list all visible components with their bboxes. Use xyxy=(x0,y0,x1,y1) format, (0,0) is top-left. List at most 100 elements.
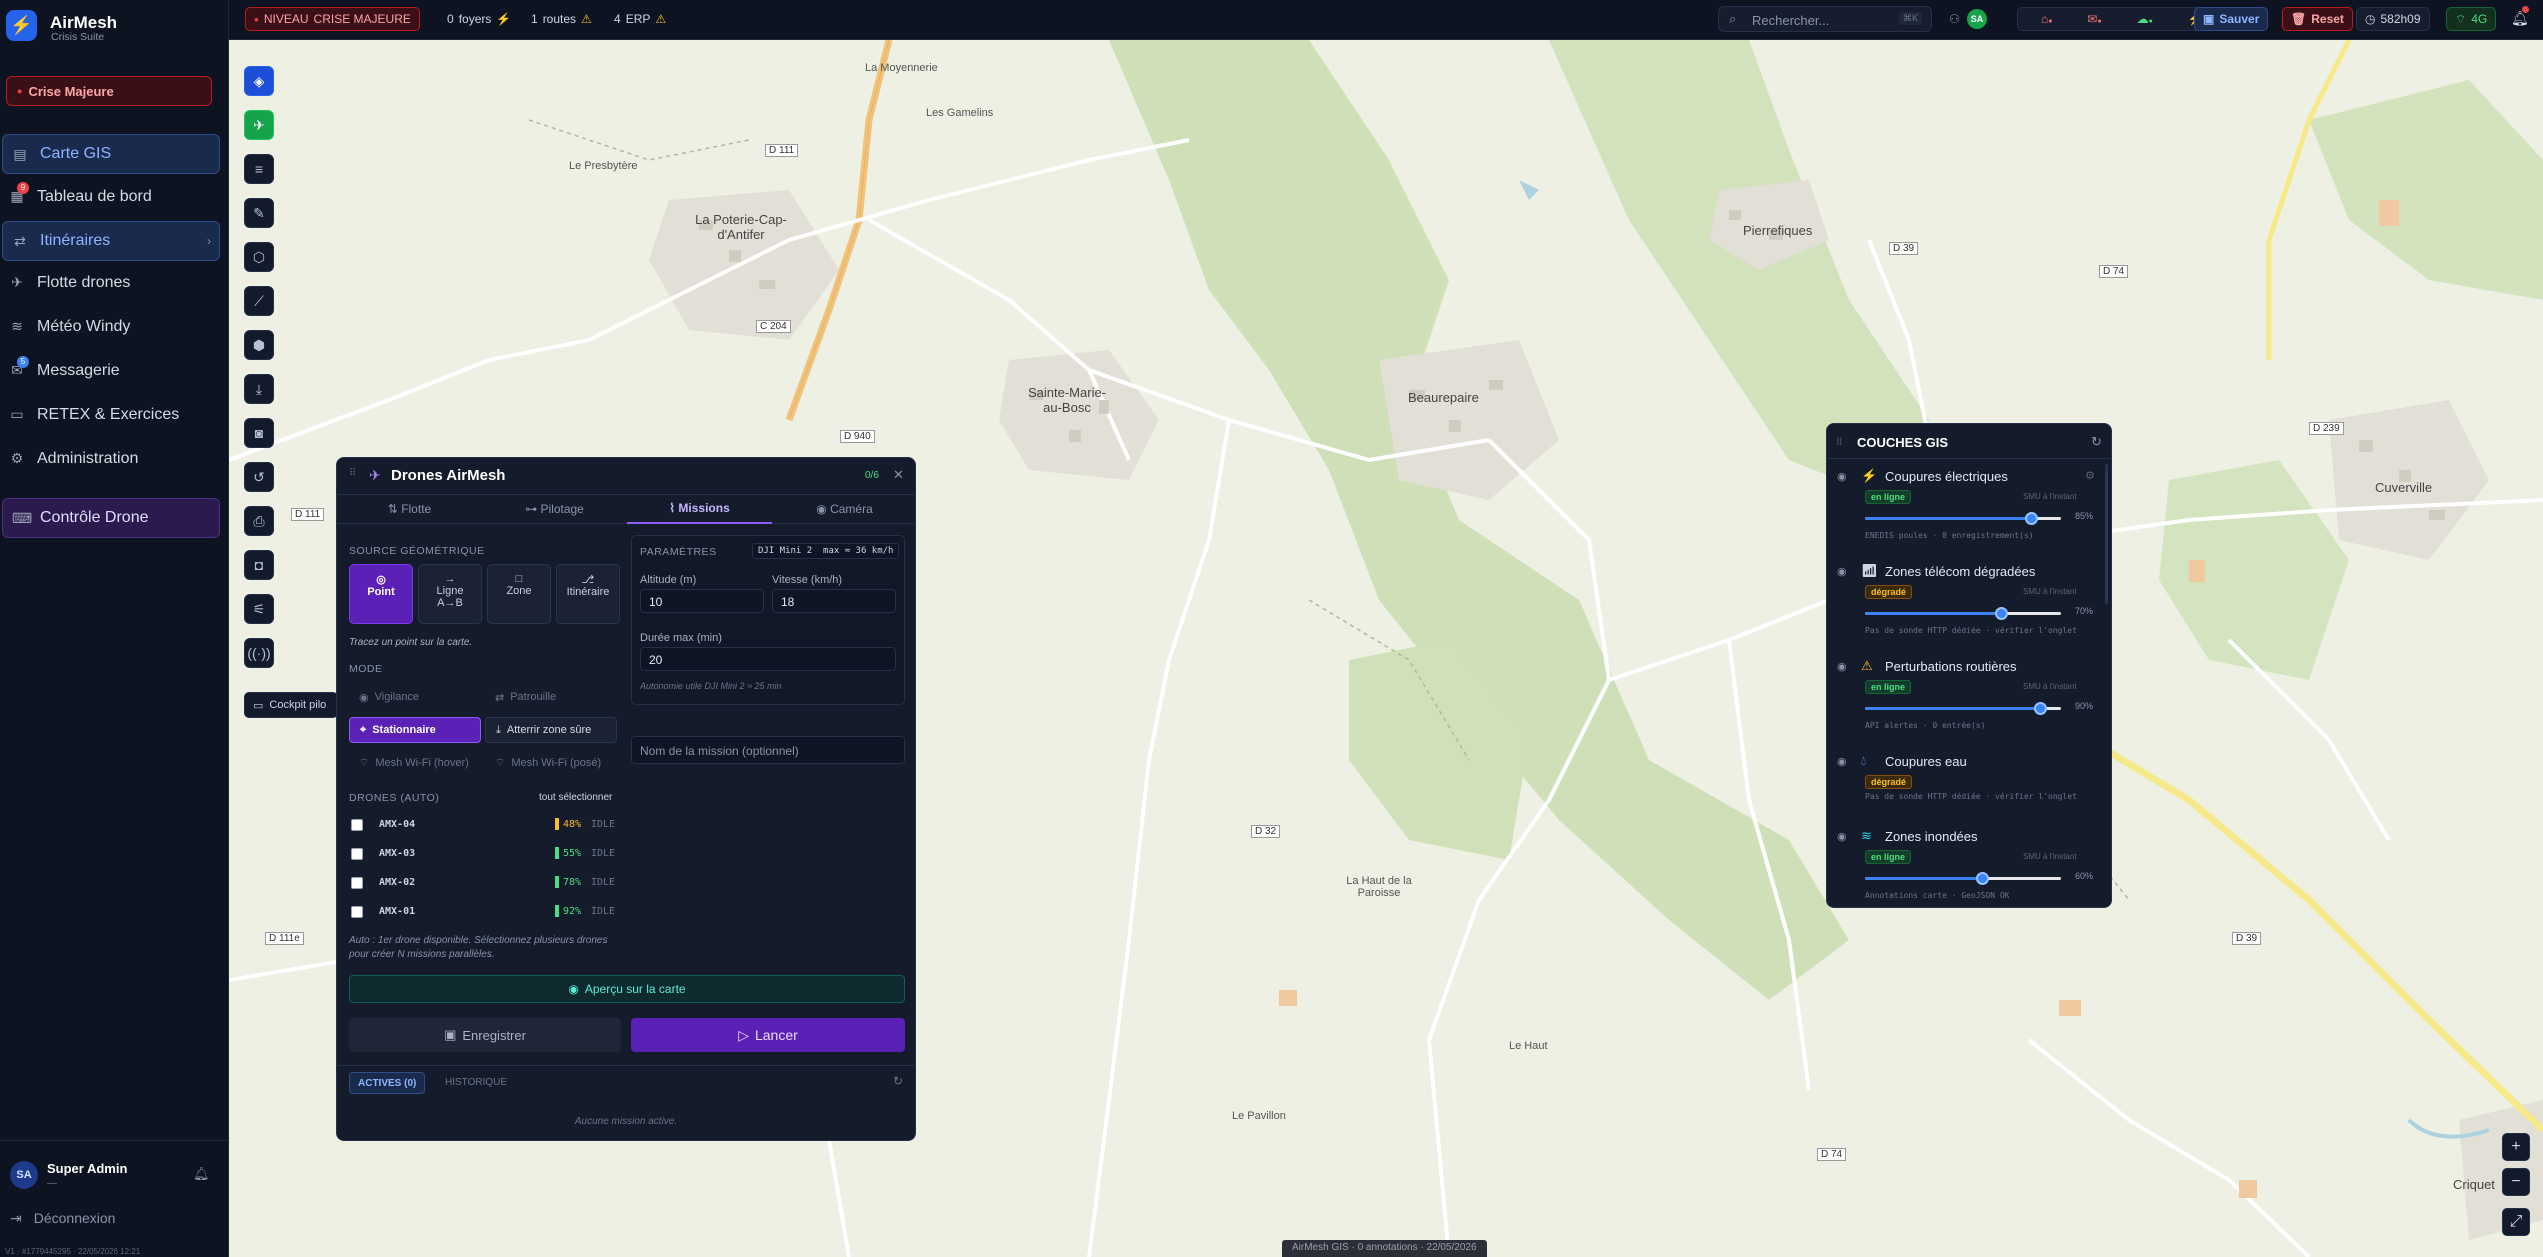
drag-handle-icon[interactable]: ⠿ xyxy=(349,468,356,479)
drone-checkbox[interactable] xyxy=(351,848,363,860)
mode-vigilance[interactable]: ◉ Vigilance xyxy=(349,684,481,710)
sidebar-item-administration[interactable]: ⚙ Administration xyxy=(0,439,221,479)
sliders-icon[interactable]: ⚟ xyxy=(244,594,274,624)
sidebar-item-dashboard[interactable]: ▦ 9 Tableau de bord xyxy=(0,177,221,217)
download-icon[interactable]: ⤓ xyxy=(244,374,274,404)
drone-launch-icon[interactable]: ✈ xyxy=(244,110,274,140)
eye-toggle-icon[interactable]: ◉ xyxy=(1837,660,1847,673)
altitude-input[interactable]: 10 xyxy=(640,589,764,613)
refresh-icon[interactable]: ↻ xyxy=(893,1074,903,1088)
slider-knob[interactable] xyxy=(2034,702,2048,715)
layers-icon[interactable]: ◈ xyxy=(244,66,274,96)
tab-camera[interactable]: ◉ Caméra xyxy=(772,494,917,524)
launch-button[interactable]: ▷ Lancer xyxy=(631,1018,905,1052)
cockpit-button[interactable]: ▭ Cockpit pilo xyxy=(244,692,338,718)
geo-point-button[interactable]: ◎ Point xyxy=(349,564,413,624)
wifi-icon: ⌔ xyxy=(495,757,506,769)
mode-mesh-hover[interactable]: ⌔ Mesh Wi-Fi (hover) xyxy=(349,750,481,776)
mode-atterrir[interactable]: ⤓ Atterrir zone sûre xyxy=(485,717,617,743)
crisis-level-pill[interactable]: ● NIVEAU CRISE MAJEURE xyxy=(245,7,420,31)
eye-toggle-icon[interactable]: ◉ xyxy=(1837,755,1847,768)
geo-line-button[interactable]: → Ligne A→B xyxy=(418,564,482,624)
select-all-link[interactable]: tout sélectionner xyxy=(539,792,612,803)
refresh-icon[interactable]: ↻ xyxy=(2091,434,2102,450)
cube-icon[interactable]: ⬡ xyxy=(244,242,274,272)
drone-checkbox[interactable] xyxy=(351,877,363,889)
sidebar-item-retex[interactable]: ▭ RETEX & Exercices xyxy=(0,395,221,435)
sidebar-item-carte-gis[interactable]: ▤ Carte GIS xyxy=(2,134,220,174)
foyers-counter[interactable]: 0 foyers ⚡ xyxy=(439,7,519,31)
bell-icon[interactable]: 🔔︎ xyxy=(193,1166,210,1182)
drag-handle-icon[interactable]: ⠿ xyxy=(1836,437,1843,448)
gis-layer-row[interactable]: ◉ 📶︎ Zones télécom dégradées dégradé SMU à l… xyxy=(1827,559,2113,649)
gis-layer-row[interactable]: ◉ ≋ Zones inondées en ligne SMU à l'instant 6… xyxy=(1827,824,2113,914)
geo-zone-button[interactable]: □ Zone xyxy=(487,564,551,624)
drone-checkbox[interactable] xyxy=(351,819,363,831)
slider-knob[interactable] xyxy=(1975,872,1989,885)
eye-toggle-icon[interactable]: ◉ xyxy=(1837,565,1847,578)
mode-patrouille[interactable]: ⇄ Patrouille xyxy=(485,684,617,710)
zoom-out-button[interactable]: − xyxy=(2502,1168,2530,1196)
filter-icon[interactable]: ≡ xyxy=(244,154,274,184)
speed-input[interactable]: 18 xyxy=(772,589,896,613)
sidebar-item-messagerie[interactable]: ✉ 5 Messagerie xyxy=(0,351,221,391)
gis-layer-row[interactable]: ◉ ⚡ Coupures électriques en ligne SMU à l'in… xyxy=(1827,464,2113,554)
preview-button[interactable]: ◉ Aperçu sur la carte xyxy=(349,975,905,1003)
history-icon[interactable]: ↺ xyxy=(244,462,274,492)
camera-icon[interactable]: ◙ xyxy=(244,418,274,448)
duration-input[interactable]: 20 xyxy=(640,647,896,671)
scrollbar[interactable] xyxy=(2105,464,2108,604)
print-icon[interactable]: ⎙ xyxy=(244,506,274,536)
broadcast-icon[interactable]: ((·)) xyxy=(244,638,274,668)
tab-pilotage[interactable]: ⊶ Pilotage xyxy=(482,494,627,524)
user-profile[interactable]: SA Super Admin — 🔔︎ xyxy=(0,1140,229,1200)
drone-row[interactable]: AMX-04 48% IDLE xyxy=(349,812,615,838)
sidebar-item-itineraires[interactable]: ⇄ Itinéraires › xyxy=(2,221,220,261)
tab-history[interactable]: HISTORIQUE xyxy=(445,1077,507,1088)
slider-knob[interactable] xyxy=(2024,512,2038,525)
drone-checkbox[interactable] xyxy=(351,906,363,918)
routes-counter[interactable]: 1 routes ⚠ xyxy=(523,7,600,31)
opacity-slider[interactable] xyxy=(1865,702,2061,715)
presence-avatar[interactable]: SA xyxy=(1967,9,1987,29)
opacity-slider[interactable] xyxy=(1865,512,2061,525)
panel-title: COUCHES GIS xyxy=(1857,435,1949,450)
geo-itinerary-button[interactable]: ⎇ Itinéraire xyxy=(556,564,620,624)
settings-icon[interactable]: ⚙ xyxy=(2085,469,2095,482)
drone-row[interactable]: AMX-01 92% IDLE xyxy=(349,899,615,925)
mode-stationnaire[interactable]: ⌖ Stationnaire xyxy=(349,717,481,743)
drone-row[interactable]: AMX-02 78% IDLE xyxy=(349,870,615,896)
model-badge: DJI Mini 2 max ≈ 36 km/h xyxy=(752,543,900,559)
close-icon[interactable]: ✕ xyxy=(893,467,904,483)
tab-missions[interactable]: ⌇ Missions xyxy=(627,494,772,524)
zoom-in-button[interactable]: + xyxy=(2502,1133,2530,1161)
crisis-level-button[interactable]: ● Crise Majeure xyxy=(6,76,212,106)
tab-flotte[interactable]: ⇅ Flotte xyxy=(337,494,482,524)
sidebar-item-controle-drone[interactable]: ⌨ Contrôle Drone xyxy=(2,498,220,538)
eye-toggle-icon[interactable]: ◉ xyxy=(1837,830,1847,843)
search-input[interactable]: ⌕ Rechercher... ⌘K xyxy=(1718,6,1932,32)
slider-knob[interactable] xyxy=(1995,607,2009,620)
sidebar-item-meteo[interactable]: ≋ Météo Windy xyxy=(0,307,221,347)
opacity-slider[interactable] xyxy=(1865,607,2061,620)
fullscreen-button[interactable]: ⤢ xyxy=(2502,1208,2530,1236)
eye-toggle-icon[interactable]: ◉ xyxy=(1837,470,1847,483)
logo-icon[interactable]: ⚡ xyxy=(6,10,37,41)
mode-mesh-pose[interactable]: ⌔ Mesh Wi-Fi (posé) xyxy=(485,750,617,776)
sidebar-item-flotte-drones[interactable]: ✈ Flotte drones xyxy=(0,263,221,303)
users-icon[interactable]: ⚇ xyxy=(1949,12,1960,26)
save-button[interactable]: ▣ Sauver xyxy=(2194,7,2269,31)
hexagon-icon[interactable]: ⬢ xyxy=(244,330,274,360)
save-mission-button[interactable]: ▣ Enregistrer xyxy=(349,1018,621,1052)
reset-button[interactable]: 🗑︎ Reset xyxy=(2282,7,2353,31)
opacity-slider[interactable] xyxy=(1865,872,2061,885)
gis-layer-row[interactable]: ◉ ⚠ Perturbations routières en ligne SMU à l… xyxy=(1827,654,2113,744)
mission-name-input[interactable]: Nom de la mission (optionnel) xyxy=(631,736,905,764)
tab-active-missions[interactable]: ACTIVES (0) xyxy=(349,1072,426,1094)
logout-button[interactable]: ⇥ Déconnexion xyxy=(10,1210,115,1227)
drone-row[interactable]: AMX-03 55% IDLE xyxy=(349,841,615,867)
ruler-icon[interactable]: ⟋ xyxy=(244,286,274,316)
erp-counter[interactable]: 4 ERP ⚠ xyxy=(606,7,674,31)
pencil-icon[interactable]: ✎ xyxy=(244,198,274,228)
robot-icon[interactable]: ◘ xyxy=(244,550,274,580)
